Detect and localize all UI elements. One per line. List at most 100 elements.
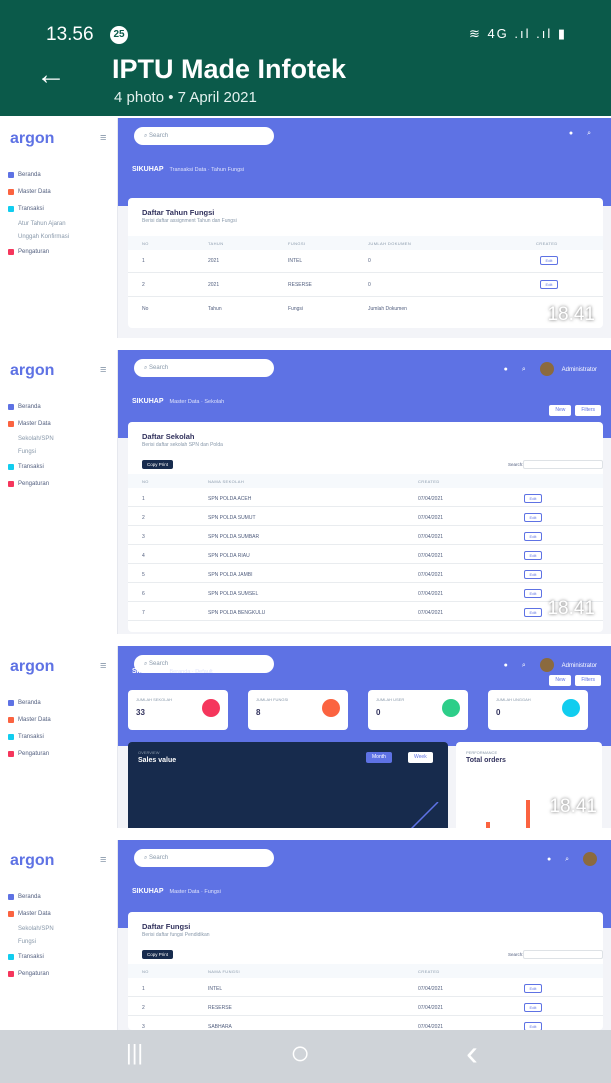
edit-button[interactable]: Edit [524,984,542,993]
logo: argon [10,362,55,379]
menu-toggle-icon[interactable]: ≡ [100,364,106,376]
menu-toggle-icon[interactable]: ≡ [100,132,106,144]
nav-beranda[interactable]: Beranda [8,398,112,415]
photo-2[interactable]: argon ≡ Beranda Master Data Sekolah/SPN … [0,350,611,634]
breadcrumb: SIKUHAP Master Data · Fungsi [132,888,221,895]
logo: argon [10,852,55,869]
nav-transaksi[interactable]: Transaksi [8,458,112,475]
edit-button[interactable]: Edit [524,494,542,503]
settings-icon [8,750,14,757]
sales-chart-card: OVERVIEW Sales value Month Week [128,742,448,828]
edit-button[interactable]: Edit [524,513,542,522]
photo-timestamp: 18.41 [549,796,597,817]
toolbar-icons[interactable]: ● ⌕ [569,130,597,138]
home-icon [8,699,14,706]
table-header: NO NAMA SEKOLAH CREATED [128,474,603,488]
sidebar: argon ≡ Beranda Master Data Sekolah/SPN … [0,840,118,1030]
week-button[interactable]: Week [408,752,433,763]
photo-3[interactable]: argon ≡ Beranda Master Data Transaksi Pe… [0,646,611,828]
edit-button[interactable]: Edit [524,570,542,579]
photo-1[interactable]: argon ≡ Beranda Master Data Transaksi At… [0,118,611,338]
sidebar: argon ≡ Beranda Master Data Transaksi At… [0,118,118,338]
card-title: Daftar Tahun Fungsi [142,208,215,217]
search-input[interactable]: ⌕ Search [134,127,274,145]
table-card: Daftar Sekolah Berisi daftar sekolah SPN… [128,422,603,632]
nav-pengaturan[interactable]: Pengaturan [8,745,112,762]
toolbar-icons[interactable]: ● ⌕ [547,852,597,866]
nav-master-data[interactable]: Master Data [8,905,112,922]
copy-button[interactable]: Copy Print [142,460,174,469]
order-bar [526,800,530,828]
hero-banner: ⌕ Search ● ⌕ SIKUHAP Transaksi Data · Tah… [118,118,611,206]
month-button[interactable]: Month [366,752,392,763]
album-subtitle: 4 photo • 7 April 2021 [114,89,257,106]
edit-button[interactable]: Edit [524,532,542,541]
edit-button[interactable]: Edit [524,608,542,617]
search-label: Search: [508,952,524,957]
nav-beranda[interactable]: Beranda [8,888,112,905]
nav-beranda[interactable]: Beranda [8,694,112,711]
search-input[interactable]: ⌕ Search [134,849,274,867]
status-time: 13.56 [46,24,94,45]
edit-button[interactable]: Edit [524,589,542,598]
stat-icon [442,699,460,717]
sidebar: argon ≡ Beranda Master Data Transaksi Pe… [0,646,118,828]
nav-sub-item[interactable]: Sekolah/SPN [8,432,112,445]
photo-timestamp: 18.41 [547,598,595,619]
album-title: IPTU Made Infotek [112,54,347,84]
nav-sub-item[interactable]: Atur Tahun Ajaran [8,217,112,230]
logo: argon [10,658,55,675]
table-card: Daftar Fungsi Berisi daftar fungsi Pendi… [128,912,603,1030]
stat-icon [202,699,220,717]
nav-sub-item[interactable]: Sekolah/SPN [8,922,112,935]
search-label: Search: [508,462,524,467]
exchange-icon [8,463,14,470]
nav-beranda[interactable]: Beranda [8,166,112,183]
nav-transaksi[interactable]: Transaksi [8,728,112,745]
stat-card: JUMLAH SEKOLAH 33 [128,690,228,730]
nav-transaksi[interactable]: Transaksi [8,948,112,965]
card-subtitle: Berisi daftar sekolah SPN dan Polda [142,442,223,448]
menu-toggle-icon[interactable]: ≡ [100,854,106,866]
recent-apps-button[interactable]: ||| [126,1040,143,1066]
nav-master-data[interactable]: Master Data [8,183,112,200]
breadcrumb: SIKUHAP Master Data · Sekolah [132,398,225,405]
search-input[interactable]: ⌕ Search [134,359,274,377]
menu-toggle-icon[interactable]: ≡ [100,660,106,672]
nav-master-data[interactable]: Master Data [8,415,112,432]
back-button[interactable]: ← [36,60,66,90]
toolbar-icons[interactable]: ● ⌕ Administrator [504,362,597,376]
edit-button[interactable]: Edit [524,1003,542,1012]
nav-master-data[interactable]: Master Data [8,711,112,728]
photo-4[interactable]: argon ≡ Beranda Master Data Sekolah/SPN … [0,840,611,1030]
filters-button[interactable]: Filters [575,675,601,686]
nav-transaksi[interactable]: Transaksi [8,200,112,217]
copy-button[interactable]: Copy Print [142,950,174,959]
nav-back-button[interactable]: ‹ [466,1032,478,1074]
new-button[interactable]: New [549,675,572,686]
table-search-input[interactable] [523,460,603,469]
stat-card: JUMLAH USER 0 [368,690,468,730]
nav-sub-item[interactable]: Fungsi [8,935,112,948]
nav-pengaturan[interactable]: Pengaturan [8,475,112,492]
home-button[interactable]: ○ [290,1034,311,1073]
home-icon [8,171,14,178]
new-button[interactable]: New [549,405,572,416]
database-icon [8,716,14,723]
nav-pengaturan[interactable]: Pengaturan [8,243,112,260]
table-header: NO TAHUN FUNGSI JUMLAH DOKUMEN CREATED [128,236,603,250]
edit-button[interactable]: Edit [524,1022,542,1030]
edit-button[interactable]: Edit [524,551,542,560]
edit-button[interactable]: Edit [540,256,558,265]
status-icons: ≋ 4G .ıl .ıl ▮ [468,26,567,41]
nav-pengaturan[interactable]: Pengaturan [8,965,112,982]
filters-button[interactable]: Filters [575,405,601,416]
avatar[interactable] [583,852,597,866]
edit-button[interactable]: Edit [540,280,558,289]
settings-icon [8,248,14,255]
avatar[interactable] [539,362,554,376]
nav-sub-item[interactable]: Unggah Konfirmasi [8,230,112,243]
nav-sub-item[interactable]: Fungsi [8,445,112,458]
table-search-input[interactable] [523,950,603,959]
stat-icon [562,699,580,717]
